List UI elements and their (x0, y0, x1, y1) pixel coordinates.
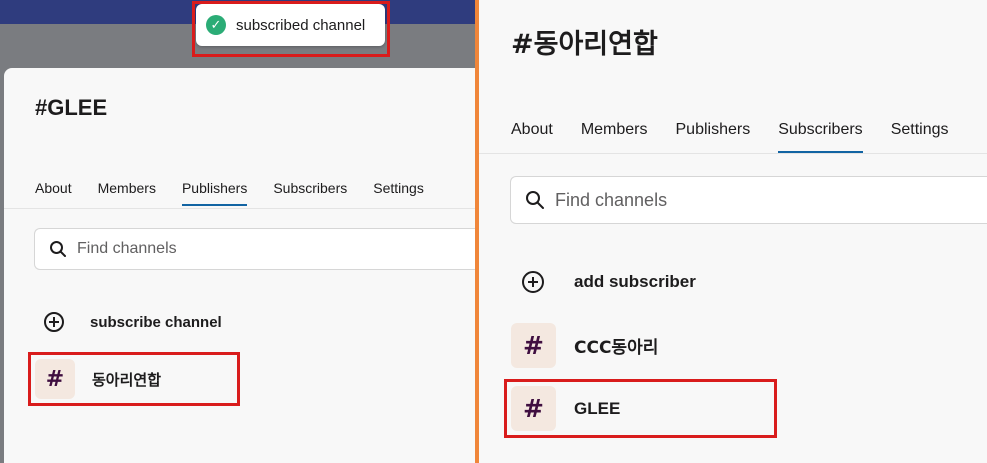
tab-members[interactable]: Members (581, 121, 648, 153)
tab-about[interactable]: About (511, 121, 553, 153)
tabs-divider (4, 208, 476, 209)
tab-publishers[interactable]: Publishers (181, 180, 248, 206)
search-box[interactable] (510, 176, 987, 224)
left-pane: #GLEE About Members Publishers Subscribe… (0, 0, 476, 463)
highlight-box (28, 352, 240, 406)
tab-subscribers[interactable]: Subscribers (273, 180, 347, 206)
search-input[interactable] (555, 189, 915, 211)
channel-name: CCC동아리 (574, 338, 659, 358)
modal-tabs: About Members Publishers Subscribers Set… (35, 180, 450, 206)
tab-publishers[interactable]: Publishers (676, 121, 751, 153)
add-subscriber-button[interactable]: add subscriber (522, 271, 696, 293)
tabs-divider (479, 153, 987, 154)
modal-title: #GLEE (35, 95, 108, 120)
page-title: #동아리연합 (511, 29, 658, 60)
add-circle-icon (44, 312, 64, 332)
add-subscriber-label: add subscriber (574, 272, 696, 291)
panel-tabs: About Members Publishers Subscribers Set… (511, 121, 977, 153)
add-circle-icon (522, 271, 544, 293)
highlight-box (504, 379, 777, 438)
toast-highlight-box (192, 1, 390, 57)
tab-settings[interactable]: Settings (373, 180, 424, 206)
search-icon (526, 191, 544, 209)
tab-subscribers[interactable]: Subscribers (778, 121, 863, 153)
list-item-channel[interactable]: # CCC동아리 (511, 323, 658, 368)
tab-about[interactable]: About (35, 180, 72, 206)
search-box[interactable] (34, 228, 476, 270)
tab-settings[interactable]: Settings (891, 121, 949, 153)
tab-members[interactable]: Members (98, 180, 156, 206)
subscribe-channel-button[interactable]: subscribe channel (44, 312, 222, 332)
search-icon (50, 241, 66, 257)
hash-icon: # (511, 323, 556, 368)
search-input[interactable] (77, 240, 437, 258)
right-pane: #동아리연합 About Members Publishers Subscrib… (479, 0, 987, 463)
subscribe-channel-label: subscribe channel (90, 313, 222, 331)
